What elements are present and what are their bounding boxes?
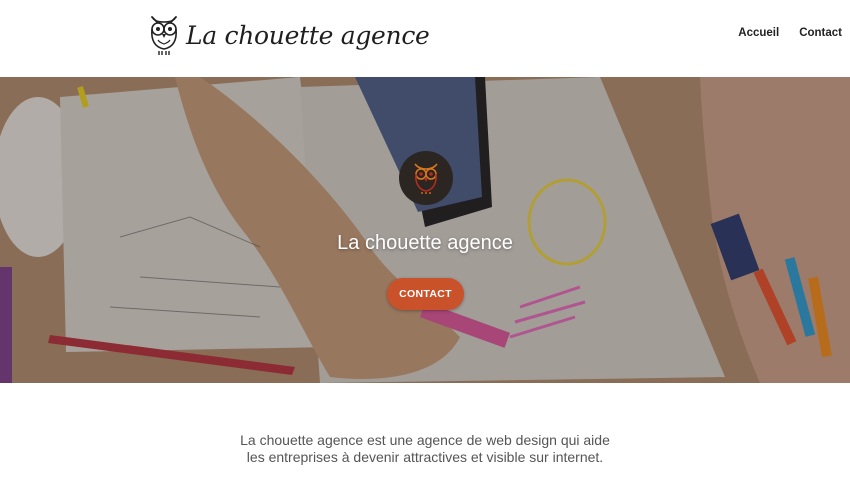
nav-item-contact[interactable]: Contact <box>799 27 842 39</box>
owl-icon <box>414 163 438 194</box>
intro-line-1: La chouette agence est une agence de web… <box>240 432 610 448</box>
intro-text: La chouette agence est une agence de web… <box>0 432 850 466</box>
main-nav: Accueil Contact <box>738 27 842 39</box>
hero-title: La chouette agence <box>337 232 513 254</box>
brand-logo-link[interactable]: La chouette agence <box>148 12 430 58</box>
hero-owl-badge <box>399 151 453 205</box>
contact-button[interactable]: CONTACT <box>387 278 464 310</box>
owl-logo-icon <box>151 16 177 55</box>
hero-banner: La chouette agence CONTACT <box>0 77 850 383</box>
site-header: La chouette agence Accueil Contact <box>0 0 850 77</box>
hero-overlay <box>0 77 850 383</box>
brand-name: La chouette agence <box>186 20 430 50</box>
nav-item-accueil[interactable]: Accueil <box>738 27 779 39</box>
intro-line-2: les entreprises à devenir attractives et… <box>246 449 604 465</box>
